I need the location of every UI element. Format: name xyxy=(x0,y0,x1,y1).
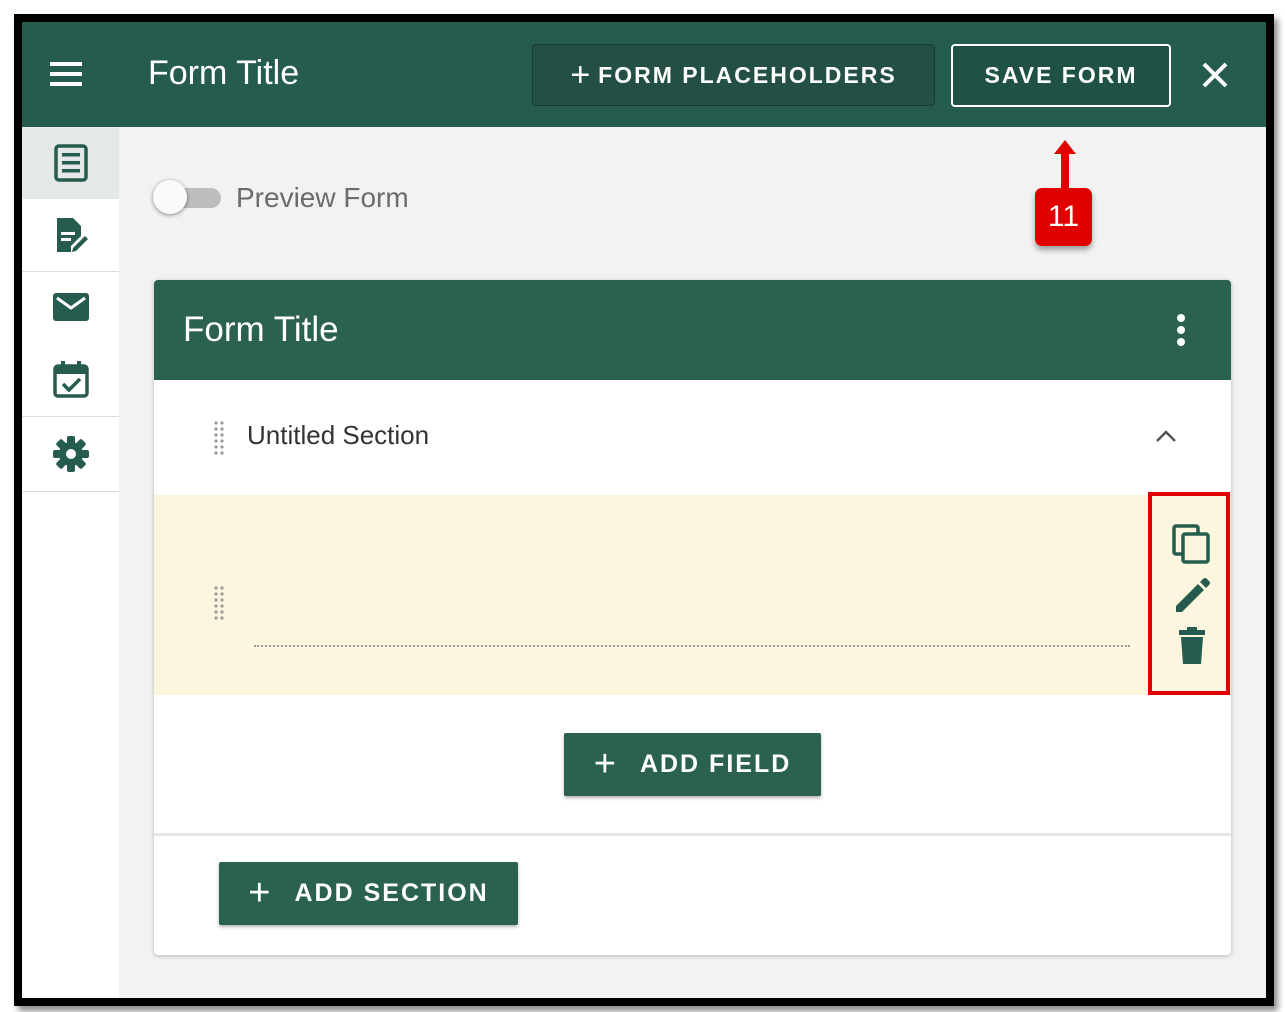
edit-document-icon xyxy=(56,218,88,252)
gear-icon xyxy=(52,436,89,472)
plus-icon: + xyxy=(248,872,271,914)
toggle-knob xyxy=(153,180,187,214)
close-icon[interactable] xyxy=(1200,60,1230,90)
add-field-button[interactable]: + ADD FIELD xyxy=(564,733,821,796)
form-card: Form Title Untitled Section + ADD FIELD … xyxy=(154,280,1231,955)
plus-icon: + xyxy=(570,55,591,94)
add-section-label: ADD SECTION xyxy=(294,879,489,907)
sidebar xyxy=(22,127,119,998)
annotation-arrow-icon xyxy=(1054,140,1076,194)
add-section-button[interactable]: + ADD SECTION xyxy=(219,862,518,925)
add-field-label: ADD FIELD xyxy=(639,750,792,778)
form-list-icon xyxy=(53,144,88,182)
app-bar-title: Form Title xyxy=(148,54,300,92)
save-form-button[interactable]: SAVE FORM xyxy=(951,44,1171,107)
annotation-badge: 11 xyxy=(1035,188,1092,246)
sidebar-item-calendar[interactable] xyxy=(22,342,119,416)
preview-form-label: Preview Form xyxy=(236,182,409,213)
sidebar-item-form[interactable] xyxy=(22,127,119,199)
field-row[interactable] xyxy=(154,492,1231,695)
sidebar-item-edit[interactable] xyxy=(22,199,119,271)
form-placeholders-button[interactable]: + FORM PLACEHOLDERS xyxy=(532,44,935,106)
trash-icon[interactable] xyxy=(1172,626,1212,666)
plus-icon: + xyxy=(593,743,616,785)
section-drag-handle-icon[interactable] xyxy=(212,420,226,456)
calendar-check-icon xyxy=(52,361,89,398)
mail-icon xyxy=(52,293,89,321)
pencil-icon[interactable] xyxy=(1172,576,1212,616)
form-card-title: Form Title xyxy=(183,310,339,349)
copy-icon[interactable] xyxy=(1172,524,1212,564)
menu-icon[interactable] xyxy=(46,58,86,90)
preview-form-toggle[interactable] xyxy=(153,180,223,216)
section-divider xyxy=(154,833,1231,836)
sidebar-item-settings[interactable] xyxy=(22,417,119,491)
app-window: Form Title + FORM PLACEHOLDERS SAVE FORM xyxy=(14,14,1274,1006)
field-drag-handle-icon[interactable] xyxy=(212,585,226,621)
chevron-up-icon[interactable] xyxy=(1151,425,1181,447)
sidebar-divider xyxy=(22,491,119,492)
field-actions-highlight xyxy=(1148,492,1230,695)
form-placeholders-label: FORM PLACEHOLDERS xyxy=(598,61,897,88)
sidebar-item-mail[interactable] xyxy=(22,272,119,342)
section-title: Untitled Section xyxy=(247,420,430,450)
top-app-bar: Form Title + FORM PLACEHOLDERS SAVE FORM xyxy=(22,22,1266,127)
form-card-header: Form Title xyxy=(154,280,1231,380)
more-vert-icon[interactable] xyxy=(1166,310,1196,350)
field-input-line[interactable] xyxy=(254,645,1130,647)
